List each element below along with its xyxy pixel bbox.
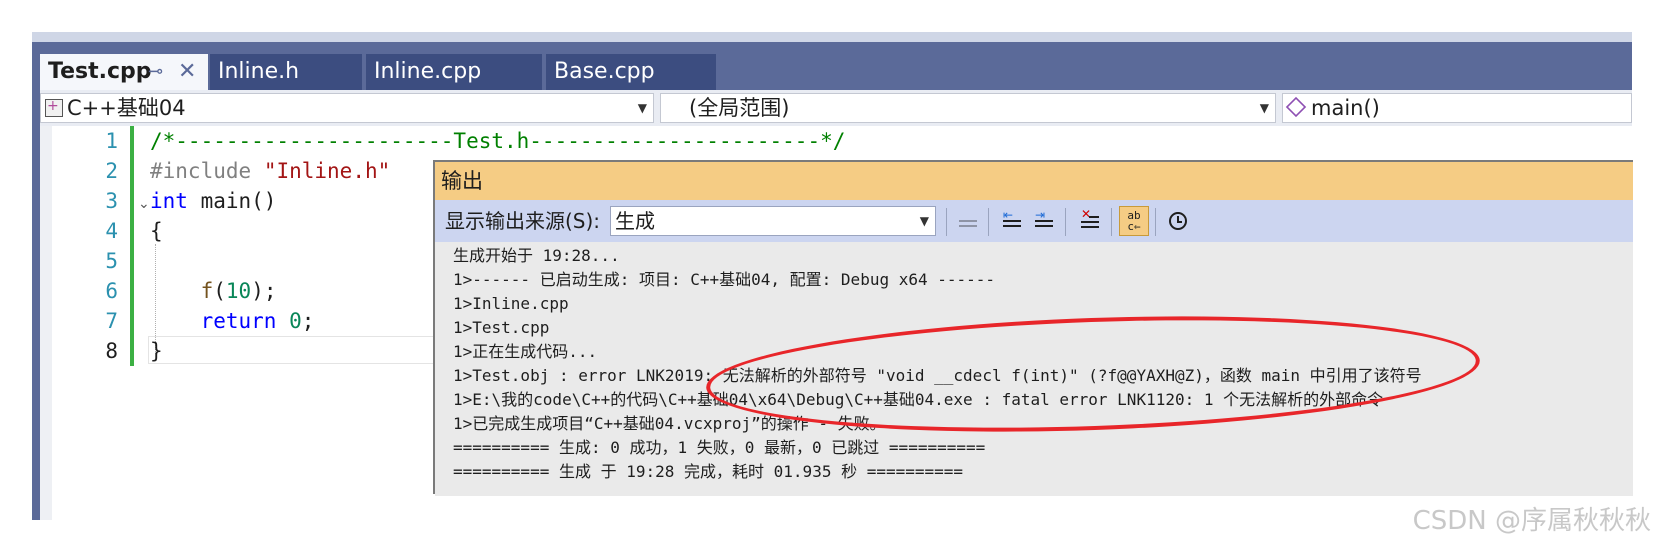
code-comment: /*----------------------Test.h----------… xyxy=(150,129,846,153)
line-number: 4 xyxy=(105,219,118,243)
line-number: 7 xyxy=(105,309,118,333)
next-message-icon[interactable]: ⇥ xyxy=(1029,206,1059,236)
output-line: 1>Inline.cpp xyxy=(453,294,569,313)
project-dropdown[interactable]: C++基础04 ▼ xyxy=(40,92,654,123)
scope-dropdown[interactable]: (全局范围) ▼ xyxy=(660,93,1276,123)
change-tracking-bar xyxy=(130,126,134,366)
code-function: f xyxy=(200,279,214,303)
close-icon[interactable]: ✕ xyxy=(178,54,196,90)
tab-inline-h[interactable]: Inline.h xyxy=(210,54,362,90)
code-brace: } xyxy=(150,339,163,363)
code-number: 0 xyxy=(289,309,302,333)
output-source-label: 显示输出来源(S): xyxy=(445,209,601,233)
output-line-error: 1>E:\我的code\C++的代码\C++基础04\x64\Debug\C++… xyxy=(453,390,1384,409)
clear-all-icon[interactable]: ✕ xyxy=(1075,206,1105,236)
tab-inline-cpp[interactable]: Inline.cpp xyxy=(366,54,542,90)
goto-current-icon[interactable] xyxy=(953,206,983,236)
output-toolbar: 显示输出来源(S): 生成 ▼ ⇤ ⇥ ✕ ab c⇐ xyxy=(435,200,1633,242)
tab-label: Inline.cpp xyxy=(374,59,482,84)
window-top-strip xyxy=(32,32,1632,42)
toolbar-separator xyxy=(1155,208,1156,236)
output-window: 输出 显示输出来源(S): 生成 ▼ ⇤ ⇥ ✕ ab c⇐ 生成开始于 19:… xyxy=(433,160,1633,496)
watermark: CSDN @序属秋秋秋 xyxy=(1412,506,1651,536)
toolbar-separator xyxy=(1065,208,1066,236)
line-number: 3 xyxy=(105,189,118,213)
output-line: 生成开始于 19:28... xyxy=(453,246,620,265)
pin-icon[interactable]: ⊸ xyxy=(148,54,163,90)
document-tab-bar: Test.cpp ⊸ ✕ Inline.h Inline.cpp Base.cp… xyxy=(40,42,1632,90)
timestamp-icon[interactable] xyxy=(1163,206,1193,236)
project-icon xyxy=(45,92,63,120)
method-cube-icon xyxy=(1285,96,1307,118)
code-keyword: return xyxy=(200,309,277,333)
editor-margin xyxy=(40,126,52,520)
output-source-value: 生成 xyxy=(615,209,655,233)
navigation-bar: C++基础04 ▼ (全局范围) ▼ main() xyxy=(40,90,1632,126)
line-number-current: 8 xyxy=(105,339,118,363)
output-line: 1>已完成生成项目“C++基础04.vcxproj”的操作 - 失败。 xyxy=(453,414,886,433)
tab-test-cpp[interactable]: Test.cpp ⊸ ✕ xyxy=(40,54,208,90)
line-number: 5 xyxy=(105,249,118,273)
code-paren: ); xyxy=(251,279,277,303)
project-name: C++基础04 xyxy=(67,96,186,120)
output-title-bar[interactable]: 输出 xyxy=(435,162,1633,200)
scope-name: (全局范围) xyxy=(689,96,790,120)
chevron-down-icon: ▼ xyxy=(1259,101,1269,115)
tab-label: Inline.h xyxy=(218,59,300,84)
code-paren: ( xyxy=(213,279,226,303)
code-line: /*----------------------Test.h----------… xyxy=(150,126,845,156)
output-source-dropdown[interactable]: 生成 ▼ xyxy=(610,206,936,236)
toolbar-separator xyxy=(946,208,947,236)
member-name: main() xyxy=(1311,96,1380,120)
toolbar-separator xyxy=(1111,208,1112,236)
tab-label: Base.cpp xyxy=(554,59,655,84)
chevron-down-icon: ▼ xyxy=(919,214,929,228)
line-number: 2 xyxy=(105,159,118,183)
output-line: 1>Test.cpp xyxy=(453,318,550,337)
word-wrap-icon[interactable]: ab c⇐ xyxy=(1119,206,1149,236)
tab-label: Test.cpp xyxy=(48,59,152,84)
code-identifier: main() xyxy=(200,189,277,213)
output-line: ========== 生成: 0 成功，1 失败，0 最新，0 已跳过 ====… xyxy=(453,438,986,457)
line-number-gutter: 1 2 3 4 5 6 7 8 xyxy=(52,126,122,366)
member-dropdown[interactable]: main() xyxy=(1282,93,1632,123)
code-number: 10 xyxy=(225,279,252,303)
previous-message-icon[interactable]: ⇤ xyxy=(997,206,1027,236)
line-number: 6 xyxy=(105,279,118,303)
chevron-down-icon: ▼ xyxy=(637,101,647,115)
code-keyword: int xyxy=(150,189,188,213)
tab-base-cpp[interactable]: Base.cpp xyxy=(546,54,716,90)
output-title: 输出 xyxy=(441,169,483,193)
output-line: 1>------ 已启动生成: 项目: C++基础04, 配置: Debug x… xyxy=(453,270,996,289)
code-directive: #include xyxy=(150,159,252,183)
code-brace: { xyxy=(150,219,163,243)
line-number: 1 xyxy=(105,129,118,153)
code-semicolon: ; xyxy=(301,309,315,333)
fold-chevron-icon[interactable]: ⌄ xyxy=(138,196,150,212)
code-string: "Inline.h" xyxy=(263,159,391,183)
output-line: 1>正在生成代码... xyxy=(453,342,598,361)
window-left-strip xyxy=(32,42,40,520)
output-line: ========== 生成 于 19:28 完成，耗时 01.935 秒 ===… xyxy=(453,462,964,481)
output-line-error: 1>Test.obj : error LNK2019: 无法解析的外部符号 "v… xyxy=(453,366,1422,385)
toolbar-separator xyxy=(988,208,989,236)
output-text-area[interactable]: 生成开始于 19:28... 1>------ 已启动生成: 项目: C++基础… xyxy=(435,242,1633,496)
